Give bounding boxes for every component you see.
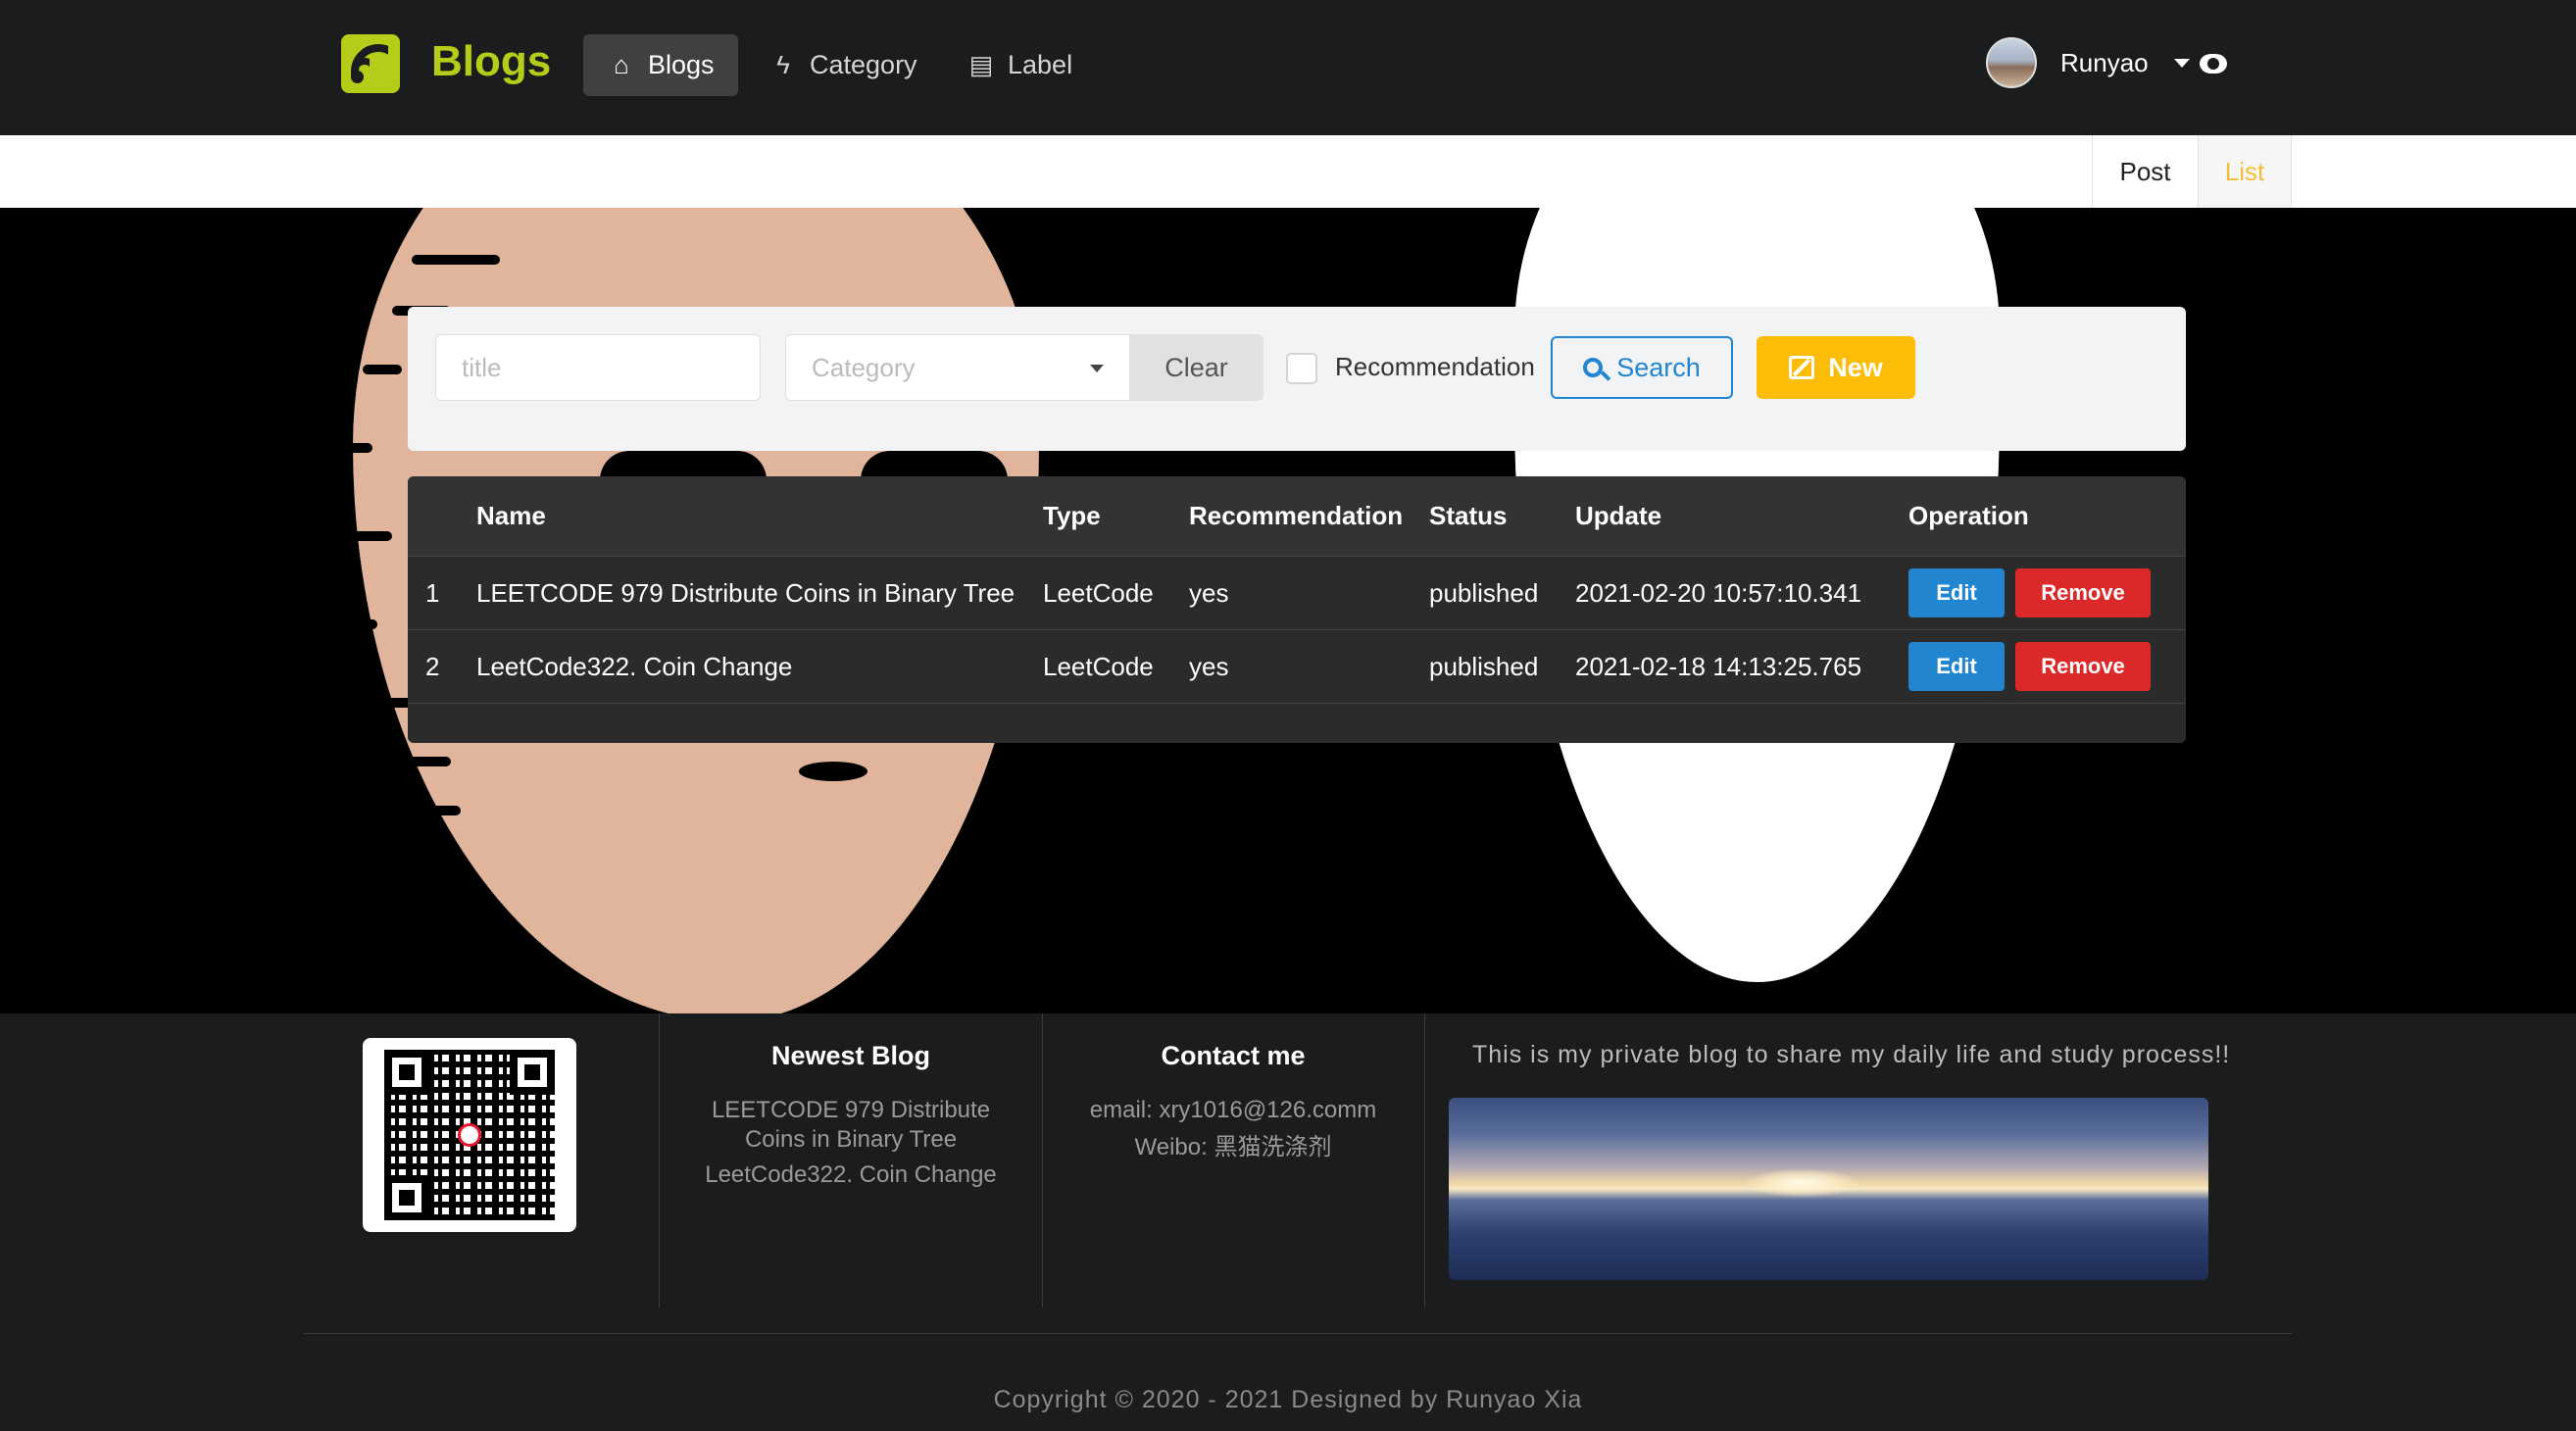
row-update: 2021-02-18 14:13:25.765 [1575, 651, 1862, 681]
eye-icon[interactable] [2200, 54, 2227, 74]
hero-mouth [799, 762, 867, 781]
header-type[interactable]: Type [1043, 476, 1101, 556]
contact-email: email: xry1016@126.comm [1089, 1097, 1377, 1123]
recommendation-checkbox[interactable] [1286, 353, 1317, 384]
user-menu[interactable]: Runyao [1986, 37, 2190, 88]
submenu-list[interactable]: List [2198, 135, 2292, 218]
lightning-icon: ϟ [776, 50, 790, 79]
weibo-icon [458, 1123, 481, 1147]
category-placeholder: Category [812, 352, 916, 382]
search-icon [1583, 358, 1604, 377]
header-operation[interactable]: Operation [1908, 476, 2029, 556]
edit-button[interactable]: Edit [1908, 642, 2005, 691]
title-input[interactable]: title [435, 334, 761, 401]
table-header: Name Type Recommendation Status Update O… [408, 476, 2186, 557]
category-dropdown[interactable]: Category [785, 334, 1130, 401]
brand-title[interactable]: Blogs [431, 37, 551, 86]
search-button-label: Search [1616, 352, 1701, 382]
about-text: This is my private blog to share my dail… [1472, 1041, 2231, 1068]
row-type: LeetCode [1043, 651, 1154, 681]
archive-icon: ▤ [968, 50, 994, 79]
row-recommendation: yes [1189, 577, 1229, 608]
row-name: LEETCODE 979 Distribute Coins in Binary … [476, 577, 1016, 608]
table-row: 1 LEETCODE 979 Distribute Coins in Binar… [408, 557, 2186, 630]
user-name: Runyao [2060, 47, 2149, 77]
admin-submenu: Post List [0, 135, 2576, 218]
chevron-down-icon [1090, 365, 1104, 372]
row-type: LeetCode [1043, 577, 1154, 608]
newest-blog-title: Newest Blog [770, 1041, 931, 1070]
row-index: 1 [425, 577, 440, 608]
nav-item-blogs[interactable]: ⌂ Blogs [583, 34, 738, 96]
new-button[interactable]: New [1757, 336, 1915, 399]
nav-item-category[interactable]: ϟ Category [768, 34, 917, 96]
row-name: LeetCode322. Coin Change [476, 651, 793, 681]
clear-button[interactable]: Clear [1129, 334, 1263, 401]
newest-blog-line: Coins in Binary Tree [744, 1126, 958, 1153]
row-status: published [1429, 651, 1539, 681]
copyright: Copyright © 2020 - 2021 Designed by Runy… [993, 1386, 1583, 1413]
nav-item-label[interactable]: ▤ Label [966, 34, 1072, 96]
header-recommendation[interactable]: Recommendation [1189, 476, 1403, 556]
table-row: 2 LeetCode322. Coin Change LeetCode yes … [408, 630, 2186, 704]
nav-item-label: Blogs [648, 50, 715, 79]
row-status: published [1429, 577, 1539, 608]
remove-button[interactable]: Remove [2015, 642, 2151, 691]
newest-blog-link[interactable]: LeetCode322. Coin Change [659, 1160, 1043, 1190]
newest-blog-link[interactable]: LEETCODE 979 Distribute Coins in Binary … [659, 1096, 1043, 1155]
avatar [1986, 37, 2037, 88]
rss-logo-icon[interactable] [341, 34, 400, 93]
search-button[interactable]: Search [1551, 336, 1733, 399]
chevron-down-icon [2173, 58, 2190, 68]
footer: Newest Blog LEETCODE 979 Distribute Coin… [0, 1013, 2576, 1431]
edit-icon [1789, 356, 1815, 379]
blog-table: Name Type Recommendation Status Update O… [408, 476, 2186, 743]
row-update: 2021-02-20 10:57:10.341 [1575, 577, 1862, 608]
sunset-image [1449, 1098, 2208, 1280]
row-recommendation: yes [1189, 651, 1229, 681]
recommendation-label: Recommendation [1335, 352, 1535, 381]
home-icon: ⌂ [614, 50, 629, 79]
contact-weibo: Weibo: 黑猫洗涤剂 [1134, 1134, 1332, 1160]
header-name[interactable]: Name [476, 476, 546, 556]
submenu-post[interactable]: Post [2092, 135, 2198, 208]
weibo-qr-code [363, 1038, 576, 1232]
header-status[interactable]: Status [1429, 476, 1507, 556]
top-navbar: Blogs ⌂ Blogs ϟ Category ▤ Label Runyao [0, 0, 2576, 135]
search-panel: title Category Clear Recommendation Sear… [408, 307, 2186, 451]
nav-item-label: Label [1008, 50, 1073, 79]
remove-button[interactable]: Remove [2015, 568, 2151, 617]
new-button-label: New [1828, 352, 1883, 382]
edit-button[interactable]: Edit [1908, 568, 2005, 617]
header-update[interactable]: Update [1575, 476, 1661, 556]
nav-item-label: Category [810, 50, 917, 79]
newest-blog-line: LEETCODE 979 Distribute [711, 1097, 991, 1123]
contact-title: Contact me [1161, 1041, 1306, 1070]
row-index: 2 [425, 651, 440, 681]
